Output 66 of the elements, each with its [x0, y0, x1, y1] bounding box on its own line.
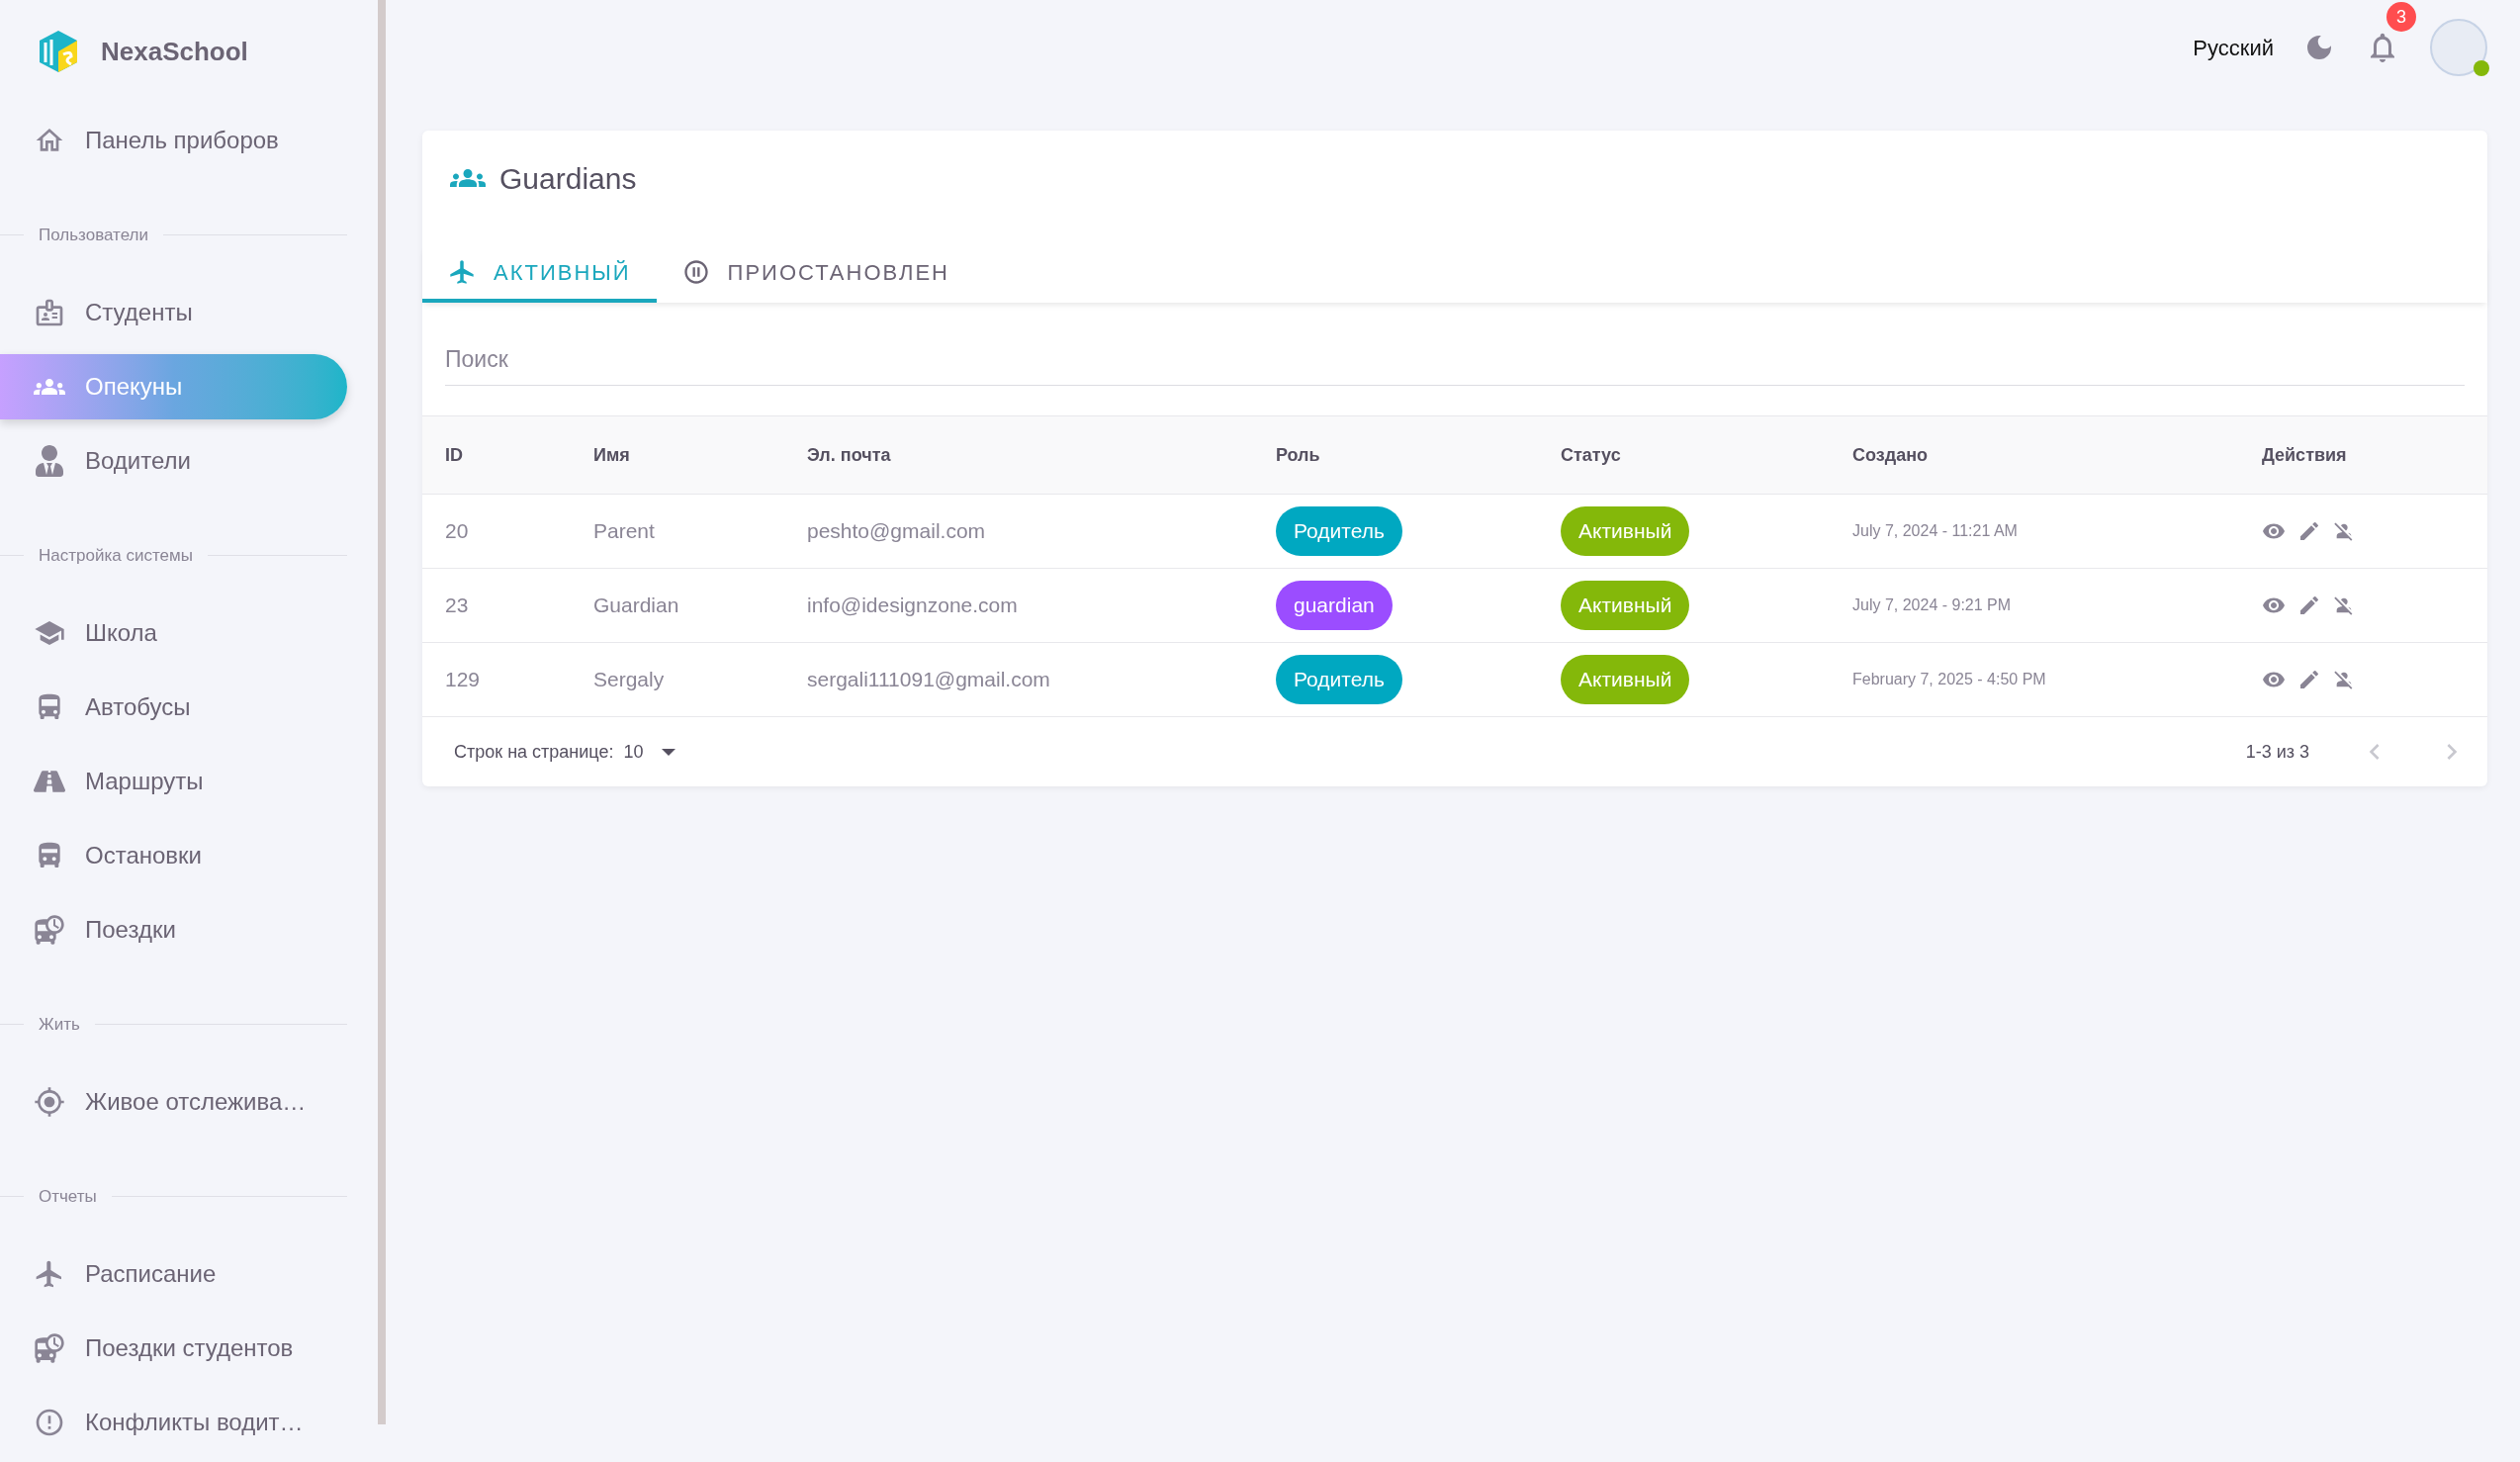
- page-title: Guardians: [499, 160, 637, 197]
- table-cell-text: 129: [445, 667, 482, 693]
- nav-item[interactable]: Школа: [0, 599, 347, 666]
- nav-item[interactable]: Остановки: [0, 822, 347, 888]
- nav-item[interactable]: Маршруты: [0, 748, 347, 814]
- column-header: Эл. почта: [807, 443, 892, 467]
- section-label: Отчеты: [38, 1185, 98, 1208]
- nav-item[interactable]: Автобусы: [0, 674, 347, 740]
- column-header: Роль: [1276, 443, 1321, 467]
- role-badge: Родитель: [1276, 506, 1402, 556]
- notification-count: 3: [2386, 2, 2416, 32]
- target-icon: [34, 1085, 65, 1118]
- search-field[interactable]: Поиск: [445, 334, 2465, 386]
- avatar[interactable]: [2430, 19, 2487, 76]
- brand-name: NexaSchool: [101, 35, 248, 68]
- tab[interactable]: АКТИВНЫЙ: [422, 245, 657, 303]
- table-cell-text: July 7, 2024 - 11:21 AM: [1852, 521, 2019, 541]
- pencil-icon[interactable]: [2297, 519, 2321, 543]
- rows-per-page-select[interactable]: 10: [623, 738, 675, 766]
- nav-item[interactable]: Конфликты водит…: [0, 1389, 347, 1455]
- pencil-icon[interactable]: [2297, 668, 2321, 691]
- person-off-icon[interactable]: [2333, 520, 2355, 542]
- table-cell-text: Sergaly: [593, 667, 666, 693]
- person-icon: [34, 444, 65, 477]
- table-cell-text: February 7, 2025 - 4:50 PM: [1852, 670, 2047, 689]
- nav-item[interactable]: Поездки студентов: [0, 1315, 347, 1381]
- pagination-range: 1-3 из 3: [2245, 740, 2309, 764]
- language-selector[interactable]: Русский: [2193, 31, 2274, 64]
- nav-item[interactable]: Водители: [0, 427, 347, 494]
- status-badge: Активный: [1561, 581, 1690, 630]
- table-cell-text: peshto@gmail.com: [807, 518, 987, 545]
- table-cell-text: 20: [445, 518, 470, 545]
- bus-clock-icon: [34, 1331, 65, 1364]
- column-header: Статус: [1561, 443, 1622, 467]
- section-label: Настройка системы: [38, 544, 194, 567]
- nav-item[interactable]: Живое отслежива…: [0, 1068, 347, 1135]
- pencil-icon[interactable]: [2297, 594, 2321, 617]
- caret-icon: [661, 748, 675, 756]
- role-badge: Родитель: [1276, 655, 1402, 704]
- bus-clock-icon: [34, 913, 65, 946]
- section-label: Жить: [38, 1013, 81, 1036]
- status-badge: Активный: [1561, 655, 1690, 704]
- nav-item[interactable]: Студенты: [0, 279, 347, 345]
- person-off-icon[interactable]: [2333, 594, 2355, 616]
- column-header: ID: [445, 443, 464, 467]
- table-cell-text: sergali111091@gmail.com: [807, 667, 1051, 693]
- column-header: Имя: [593, 443, 631, 467]
- cube-logo-icon: [38, 29, 79, 74]
- table-cell-text: Guardian: [593, 593, 680, 619]
- section-label: Пользователи: [38, 224, 149, 246]
- column-header: Действия: [2262, 443, 2348, 467]
- tab[interactable]: ПРИОСТАНОВЛЕН: [656, 245, 975, 303]
- person-off-icon[interactable]: [2333, 669, 2355, 690]
- column-header: Создано: [1852, 443, 1929, 467]
- status-badge: Активный: [1561, 506, 1690, 556]
- table-cell-text: 23: [445, 593, 470, 619]
- nav-item[interactable]: Поездки: [0, 896, 347, 962]
- nav-item[interactable]: Расписание: [0, 1240, 347, 1307]
- role-badge: guardian: [1276, 581, 1393, 630]
- rows-per-page-label: Строк на странице:: [454, 740, 614, 764]
- table-cell-text: info@idesignzone.com: [807, 593, 1019, 619]
- table-cell-text: Parent: [593, 518, 656, 545]
- nav-item[interactable]: Панель приборов: [0, 107, 347, 173]
- scrollbar[interactable]: [378, 0, 386, 1424]
- table-cell-text: July 7, 2024 - 9:21 PM: [1852, 595, 2013, 615]
- plane-icon: [448, 258, 476, 286]
